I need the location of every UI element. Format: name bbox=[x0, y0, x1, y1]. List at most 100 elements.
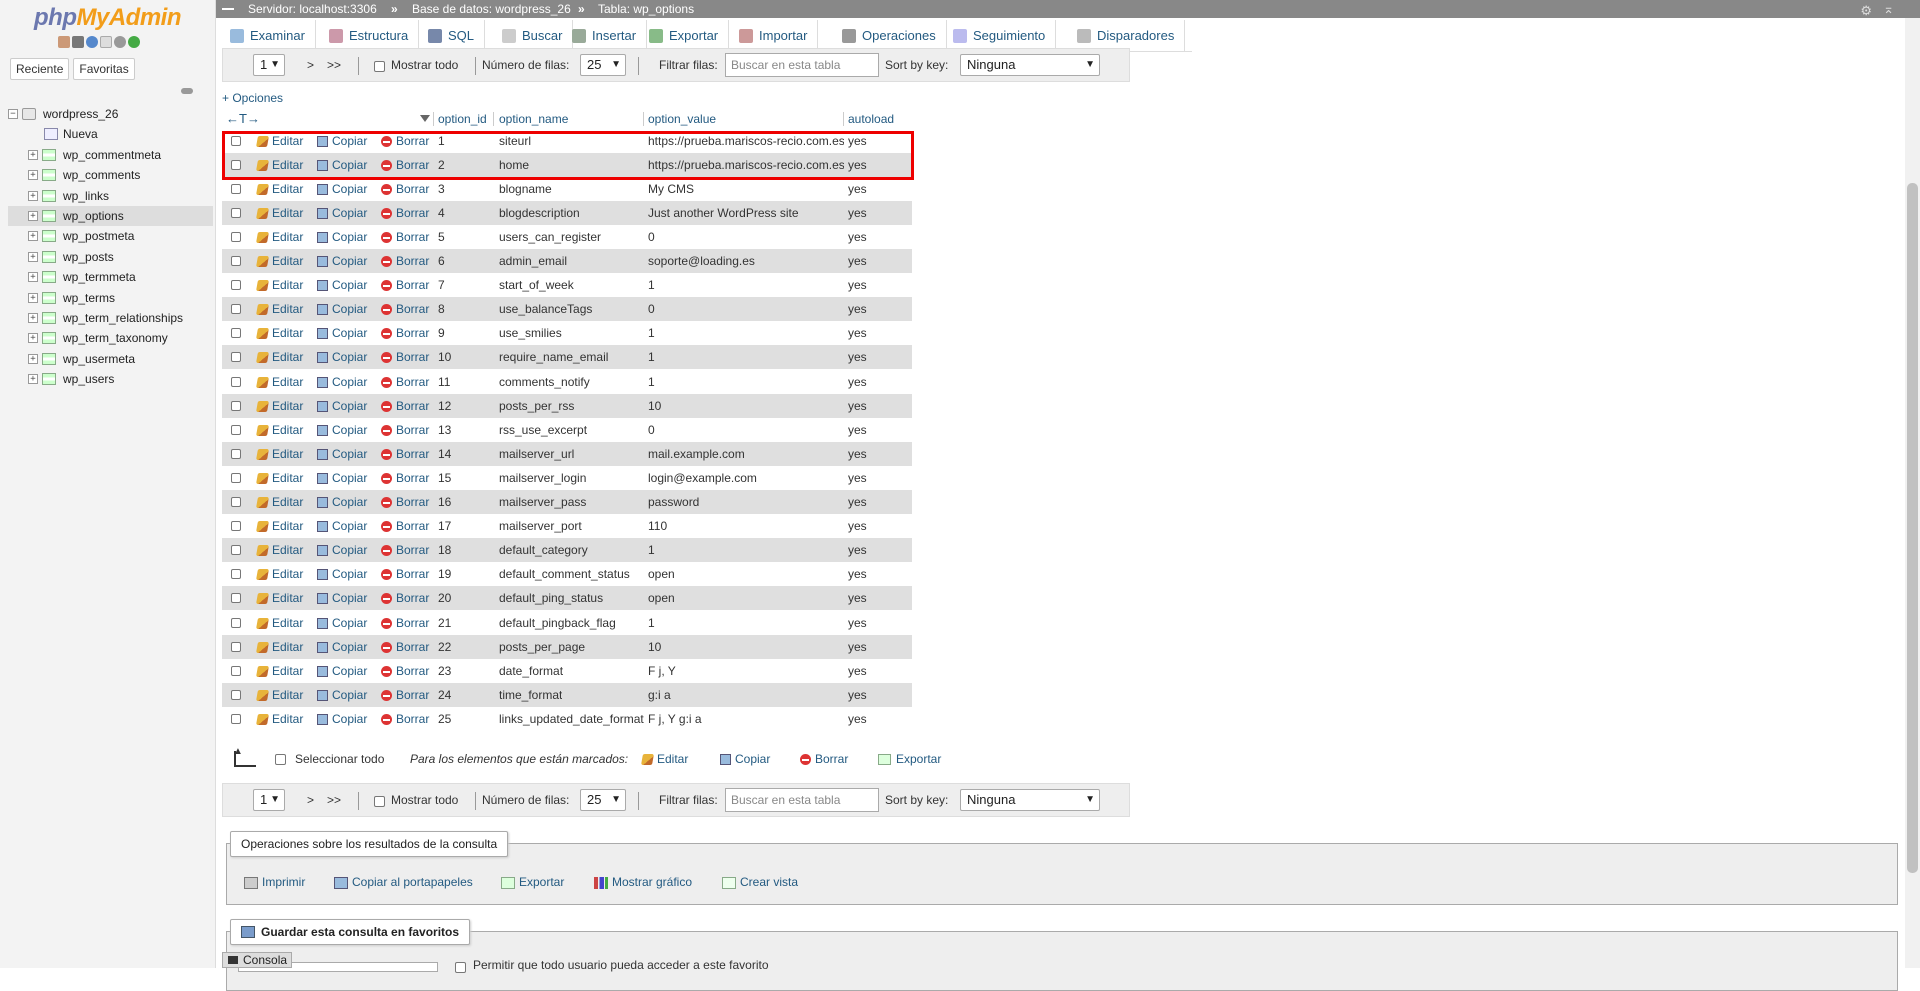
expand-icon[interactable]: + bbox=[28, 170, 38, 181]
last-page-button[interactable]: >> bbox=[327, 784, 341, 816]
row-checkbox[interactable] bbox=[231, 328, 241, 339]
last-page-button[interactable]: >> bbox=[327, 49, 341, 81]
tree-database[interactable]: − wordpress_26 bbox=[8, 104, 213, 124]
row-checkbox[interactable] bbox=[231, 207, 241, 218]
breadcrumb-table[interactable]: Tabla: wp_options bbox=[598, 0, 694, 18]
row-checkbox[interactable] bbox=[231, 424, 241, 435]
column-header-option-value[interactable]: option_value bbox=[648, 110, 716, 128]
tree-table-label: wp_term_relationships bbox=[63, 310, 184, 325]
sort-arrow-icon[interactable] bbox=[420, 115, 430, 122]
tree-table-item[interactable]: + wp_options bbox=[8, 205, 213, 227]
help-icon[interactable] bbox=[86, 36, 98, 48]
row-checkbox[interactable] bbox=[231, 280, 241, 291]
reload-icon[interactable] bbox=[128, 36, 140, 48]
scroll-top-icon[interactable]: ⌅ bbox=[1883, 0, 1894, 18]
column-header-option-id[interactable]: option_id bbox=[438, 110, 487, 128]
row-checkbox[interactable] bbox=[231, 304, 241, 315]
show-all-checkbox[interactable] bbox=[374, 796, 385, 807]
row-checkbox[interactable] bbox=[231, 713, 241, 724]
cell-autoload: yes bbox=[848, 495, 867, 509]
expand-icon[interactable]: + bbox=[28, 333, 38, 344]
tree-table-item[interactable]: + wp_commentmeta bbox=[8, 145, 213, 165]
gear-icon[interactable]: ⚙ bbox=[1860, 2, 1872, 20]
row-checkbox[interactable] bbox=[231, 593, 241, 604]
cell-option-value: g:i a bbox=[648, 687, 671, 702]
row-checkbox[interactable] bbox=[231, 497, 241, 507]
console-tab[interactable]: Consola bbox=[222, 952, 292, 968]
row-checkbox[interactable] bbox=[231, 448, 241, 459]
next-page-button[interactable]: > bbox=[307, 49, 314, 81]
tree-table-item[interactable]: + wp_comments bbox=[8, 165, 213, 185]
collapse-link-icon[interactable] bbox=[181, 88, 193, 94]
tree-table-item[interactable]: + wp_terms bbox=[8, 288, 213, 308]
minimize-icon[interactable] bbox=[222, 8, 234, 10]
row-checkbox[interactable] bbox=[231, 352, 241, 363]
rows-select[interactable]: 25 ▼ bbox=[580, 789, 626, 811]
row-checkbox[interactable] bbox=[231, 231, 241, 242]
rows-select[interactable]: 25 ▼ bbox=[580, 54, 626, 76]
settings-icon[interactable] bbox=[114, 36, 126, 48]
copy-label: Copiar bbox=[332, 398, 368, 413]
logout-icon[interactable] bbox=[72, 36, 84, 48]
row-checkbox[interactable] bbox=[231, 569, 241, 580]
divider bbox=[358, 792, 359, 810]
tree-table-item[interactable]: + wp_usermeta bbox=[8, 349, 213, 369]
row-checkbox[interactable] bbox=[231, 641, 241, 652]
expand-icon[interactable]: + bbox=[28, 190, 38, 201]
filter-rows-input[interactable]: Buscar en esta tabla bbox=[725, 788, 879, 812]
row-checkbox[interactable] bbox=[231, 617, 241, 628]
row-checkbox[interactable] bbox=[231, 472, 241, 483]
expand-icon[interactable]: + bbox=[28, 312, 38, 323]
tree-table-item[interactable]: + wp_posts bbox=[8, 247, 213, 267]
row-checkbox[interactable] bbox=[231, 183, 241, 194]
sort-key-select[interactable]: Ninguna ▼ bbox=[960, 54, 1100, 76]
expand-icon[interactable]: + bbox=[28, 149, 38, 160]
next-page-button[interactable]: > bbox=[307, 784, 314, 816]
expand-icon[interactable]: + bbox=[28, 251, 38, 262]
row-checkbox[interactable] bbox=[231, 545, 241, 556]
row-checkbox[interactable] bbox=[231, 256, 241, 266]
sort-key-select[interactable]: Ninguna ▼ bbox=[960, 789, 1100, 811]
column-header-option-name[interactable]: option_name bbox=[499, 110, 568, 128]
breadcrumb-separator: » bbox=[391, 2, 398, 16]
tree-table-item[interactable]: + wp_term_relationships bbox=[8, 308, 213, 328]
breadcrumb-server[interactable]: Servidor: localhost:3306 bbox=[248, 0, 377, 18]
page-select[interactable]: 1 ▼ bbox=[253, 54, 285, 76]
docs-icon[interactable] bbox=[100, 36, 112, 48]
copy-icon bbox=[317, 183, 328, 195]
row-checkbox[interactable] bbox=[231, 665, 241, 676]
row-checkbox[interactable] bbox=[231, 689, 241, 700]
tree-table-item[interactable]: + wp_links bbox=[8, 186, 213, 206]
tree-table-item[interactable]: + wp_users bbox=[8, 369, 213, 389]
tree-database-label: wordpress_26 bbox=[43, 107, 119, 121]
row-checkbox[interactable] bbox=[231, 400, 241, 411]
breadcrumb-database[interactable]: Base de datos: wordpress_26 bbox=[412, 0, 571, 18]
home-icon[interactable] bbox=[58, 36, 70, 48]
page-select[interactable]: 1 ▼ bbox=[253, 789, 285, 811]
tree-table-item[interactable]: + wp_term_taxonomy bbox=[8, 328, 213, 348]
column-resize-arrows[interactable]: ←T→ bbox=[226, 110, 260, 128]
expand-icon[interactable]: + bbox=[28, 353, 38, 364]
select-all-checkbox[interactable] bbox=[275, 754, 286, 765]
tree-new-table[interactable]: Nueva bbox=[8, 124, 213, 144]
recent-tab[interactable]: Reciente bbox=[10, 58, 70, 80]
delete-icon bbox=[381, 521, 392, 533]
expand-icon[interactable]: + bbox=[28, 374, 38, 385]
favorites-tab[interactable]: Favoritas bbox=[73, 58, 135, 80]
scrollbar-thumb[interactable] bbox=[1907, 183, 1918, 873]
options-link[interactable]: + Opciones bbox=[222, 91, 283, 105]
select-all-label[interactable]: Seleccionar todo bbox=[295, 748, 384, 770]
expand-icon[interactable]: + bbox=[28, 292, 38, 303]
tree-table-item[interactable]: + wp_termmeta bbox=[8, 267, 213, 287]
row-checkbox[interactable] bbox=[231, 376, 241, 387]
column-header-autoload[interactable]: autoload bbox=[848, 110, 894, 128]
expand-icon[interactable]: + bbox=[28, 231, 38, 242]
expand-icon[interactable]: + bbox=[28, 210, 38, 221]
collapse-icon[interactable]: − bbox=[8, 109, 18, 119]
expand-icon[interactable]: + bbox=[28, 272, 38, 283]
show-all-checkbox[interactable] bbox=[374, 61, 385, 72]
tree-table-item[interactable]: + wp_postmeta bbox=[8, 226, 213, 246]
filter-rows-input[interactable]: Buscar en esta tabla bbox=[725, 53, 879, 77]
phpmyadmin-logo[interactable]: phpMyAdmin bbox=[34, 4, 181, 32]
row-checkbox[interactable] bbox=[231, 521, 241, 532]
